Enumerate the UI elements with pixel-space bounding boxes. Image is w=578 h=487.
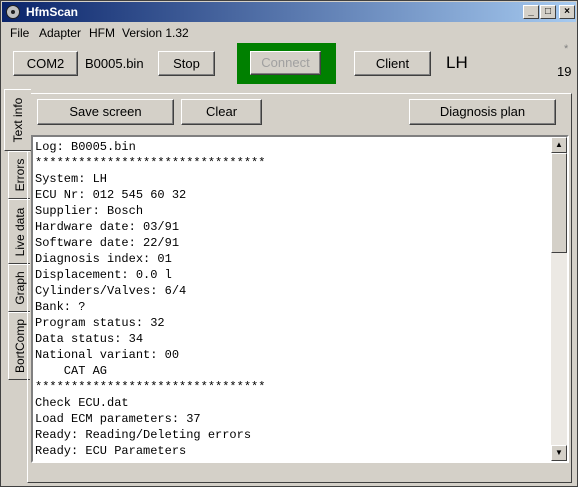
- log-line: Ready: ECU Parameters: [35, 444, 187, 458]
- com-port-button[interactable]: COM2: [13, 51, 78, 76]
- log-text-area[interactable]: Log: B0005.bin **************************…: [31, 135, 569, 463]
- clear-button[interactable]: Clear: [181, 99, 262, 125]
- log-line: Program status: 32: [35, 316, 165, 330]
- menu-adapter[interactable]: Adapter: [39, 26, 81, 40]
- menu-file[interactable]: File: [10, 26, 29, 40]
- log-line: ECU Nr: 012 545 60 32: [35, 188, 187, 202]
- log-line: ********************************: [35, 380, 266, 394]
- counter-value: 19: [557, 64, 572, 79]
- maximize-button[interactable]: □: [540, 5, 556, 19]
- log-line: Load ECM parameters: 37: [35, 412, 201, 426]
- log-scrollbar[interactable]: ▲ ▼: [551, 137, 567, 461]
- log-line: Software date: 22/91: [35, 236, 180, 250]
- arrow-up-icon[interactable]: ▲: [551, 137, 567, 153]
- loaded-file-name: B0005.bin: [85, 56, 144, 71]
- menu-bar: File Adapter HFM Version 1.32: [2, 23, 576, 42]
- app-window: HfmScan _ □ × File Adapter HFM Version 1…: [0, 0, 578, 487]
- log-line: Bank: ?: [35, 300, 86, 314]
- menu-version[interactable]: Version 1.32: [122, 26, 189, 40]
- close-button[interactable]: ×: [559, 5, 575, 19]
- log-line: Log: B0005.bin: [35, 140, 136, 154]
- stop-button[interactable]: Stop: [158, 51, 215, 76]
- log-line: Check ECU.dat: [35, 396, 129, 410]
- log-line: Ready: Reading/Deleting errors: [35, 428, 252, 442]
- log-lines: Log: B0005.bin **************************…: [35, 139, 265, 459]
- save-screen-button[interactable]: Save screen: [37, 99, 174, 125]
- status-marker: *: [564, 43, 569, 55]
- log-line: Data status: 34: [35, 332, 144, 346]
- log-line: National variant: 00: [35, 348, 180, 362]
- log-line: System: LH: [35, 172, 108, 186]
- system-code-label: LH: [446, 53, 468, 72]
- client-button[interactable]: Client: [354, 51, 431, 76]
- log-line: Displacement: 0.0 l: [35, 268, 172, 282]
- tab-text-info[interactable]: Text info: [4, 89, 31, 151]
- scroll-thumb[interactable]: [551, 153, 567, 253]
- app-icon[interactable]: [6, 5, 20, 19]
- log-line: Supplier: Bosch: [35, 204, 144, 218]
- minimize-button[interactable]: _: [523, 5, 539, 19]
- log-line: Cylinders/Valves: 6/4: [35, 284, 187, 298]
- connect-button[interactable]: Connect: [250, 51, 321, 75]
- diagnosis-plan-button[interactable]: Diagnosis plan: [409, 99, 556, 125]
- arrow-down-icon[interactable]: ▼: [551, 445, 567, 461]
- title-bar[interactable]: HfmScan _ □ ×: [2, 2, 576, 22]
- log-line: ********************************: [35, 156, 266, 170]
- log-line: CAT AG: [35, 364, 108, 378]
- log-line: Diagnosis index: 01: [35, 252, 172, 266]
- menu-hfm[interactable]: HFM: [89, 26, 115, 40]
- log-line: Hardware date: 03/91: [35, 220, 180, 234]
- window-title: HfmScan: [26, 5, 79, 19]
- connect-status-frame: Connect: [237, 43, 336, 84]
- side-tab-strip: Text info Errors Live data Graph BortCom…: [4, 89, 31, 485]
